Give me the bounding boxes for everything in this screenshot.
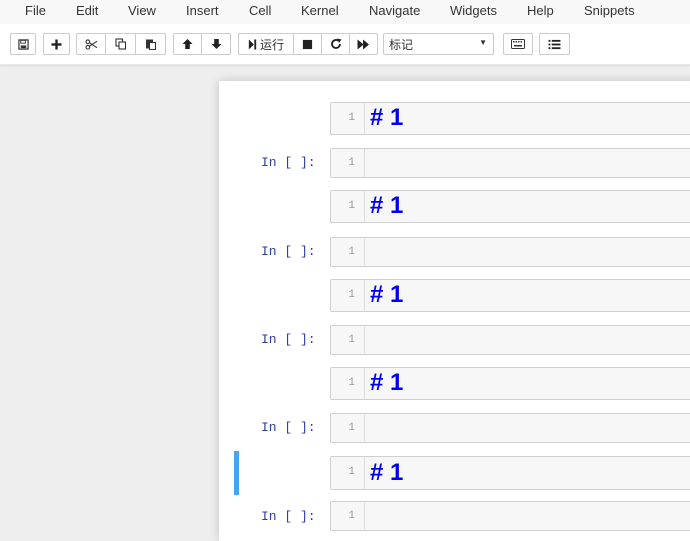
stop-icon — [302, 39, 313, 49]
plus-icon — [51, 38, 62, 50]
selected-cell-indicator — [234, 451, 239, 495]
fast-forward-icon — [357, 38, 369, 50]
toolbar: 运行 标记 ▼ — [0, 24, 690, 65]
line-gutter: 1 — [331, 191, 365, 222]
copy-icon — [114, 38, 126, 50]
menu-edit[interactable]: Edit — [76, 3, 98, 18]
command-palette-button[interactable] — [539, 33, 570, 55]
cut-button[interactable] — [76, 33, 106, 55]
dropdown-caret-icon: ▼ — [479, 38, 487, 47]
menu-help[interactable]: Help — [527, 3, 554, 18]
markdown-cell[interactable]: 1 # 1 — [219, 101, 690, 137]
input-prompt: In [ ]: — [261, 244, 316, 259]
cell-editor[interactable]: 1 — [330, 148, 690, 178]
line-gutter: 1 — [331, 238, 365, 266]
line-number: 1 — [348, 289, 355, 301]
line-gutter: 1 — [331, 280, 365, 311]
code-cell[interactable]: In [ ]: 1 — [219, 147, 690, 179]
cell-editor[interactable]: 1 — [330, 501, 690, 531]
input-prompt: In [ ]: — [261, 155, 316, 170]
notebook-container: 1 # 1 In [ ]: 1 1 # 1 In [ ]: 1 1 # 1 In… — [219, 81, 690, 541]
menu-kernel[interactable]: Kernel — [301, 3, 339, 18]
line-gutter: 1 — [331, 502, 365, 530]
markdown-source: # 1 — [370, 104, 404, 131]
cell-editor[interactable]: 1 # 1 — [330, 279, 690, 312]
menu-view[interactable]: View — [128, 3, 156, 18]
line-number: 1 — [348, 510, 355, 522]
code-cell[interactable]: In [ ]: 1 — [219, 412, 690, 444]
code-cell[interactable]: In [ ]: 1 — [219, 324, 690, 356]
line-gutter: 1 — [331, 457, 365, 489]
line-number: 1 — [348, 466, 355, 478]
arrow-up-icon — [182, 38, 193, 50]
cell-editor[interactable]: 1 — [330, 413, 690, 443]
line-number: 1 — [348, 334, 355, 346]
paste-button[interactable] — [136, 33, 166, 55]
cell-editor[interactable]: 1 # 1 — [330, 456, 690, 490]
interrupt-kernel-button[interactable] — [294, 33, 322, 55]
menu-navigate[interactable]: Navigate — [369, 3, 420, 18]
line-gutter: 1 — [331, 414, 365, 442]
save-button[interactable] — [10, 33, 36, 55]
cell-editor[interactable]: 1 # 1 — [330, 190, 690, 223]
cell-type-select[interactable]: 标记 ▼ — [383, 33, 494, 55]
keyboard-shortcuts-button[interactable] — [503, 33, 533, 55]
arrow-down-icon — [210, 38, 222, 50]
step-forward-icon — [248, 38, 257, 50]
markdown-source: # 1 — [370, 369, 404, 396]
input-prompt: In [ ]: — [261, 509, 316, 524]
menu-insert[interactable]: Insert — [186, 3, 219, 18]
code-cell[interactable]: In [ ]: 1 — [219, 236, 690, 268]
restart-run-all-button[interactable] — [350, 33, 378, 55]
line-gutter: 1 — [331, 103, 365, 134]
list-icon — [548, 39, 561, 49]
markdown-cell-selected[interactable]: 1 # 1 — [219, 451, 690, 495]
line-number: 1 — [348, 377, 355, 389]
line-number: 1 — [348, 200, 355, 212]
cell-editor[interactable]: 1 # 1 — [330, 102, 690, 135]
save-icon — [17, 38, 29, 50]
menu-snippets[interactable]: Snippets — [584, 3, 635, 18]
copy-button[interactable] — [106, 33, 136, 55]
line-number: 1 — [348, 157, 355, 169]
cell-editor[interactable]: 1 — [330, 237, 690, 267]
insert-cell-button[interactable] — [43, 33, 70, 55]
restart-kernel-button[interactable] — [322, 33, 350, 55]
markdown-cell[interactable]: 1 # 1 — [219, 366, 690, 402]
menu-widgets[interactable]: Widgets — [450, 3, 497, 18]
line-number: 1 — [348, 112, 355, 124]
move-down-button[interactable] — [202, 33, 231, 55]
line-gutter: 1 — [331, 368, 365, 399]
line-number: 1 — [348, 422, 355, 434]
keyboard-icon — [511, 39, 525, 49]
markdown-source: # 1 — [370, 459, 404, 486]
menu-file[interactable]: File — [25, 3, 46, 18]
code-cell[interactable]: In [ ]: 1 — [219, 500, 690, 532]
menu-cell[interactable]: Cell — [249, 3, 271, 18]
markdown-source: # 1 — [370, 281, 404, 308]
cell-editor[interactable]: 1 — [330, 325, 690, 355]
input-prompt: In [ ]: — [261, 420, 316, 435]
scissors-icon — [84, 38, 97, 50]
paste-icon — [145, 39, 156, 50]
line-gutter: 1 — [331, 326, 365, 354]
run-button[interactable]: 运行 — [238, 33, 294, 55]
cell-editor[interactable]: 1 # 1 — [330, 367, 690, 400]
line-gutter: 1 — [331, 149, 365, 177]
menubar: File Edit View Insert Cell Kernel Naviga… — [0, 0, 690, 24]
markdown-source: # 1 — [370, 192, 404, 219]
restart-icon — [330, 38, 341, 49]
markdown-cell[interactable]: 1 # 1 — [219, 189, 690, 225]
line-number: 1 — [348, 246, 355, 258]
cell-type-value: 标记 — [389, 37, 414, 52]
input-prompt: In [ ]: — [261, 332, 316, 347]
move-up-button[interactable] — [173, 33, 202, 55]
run-button-label: 运行 — [259, 37, 284, 52]
markdown-cell[interactable]: 1 # 1 — [219, 278, 690, 314]
